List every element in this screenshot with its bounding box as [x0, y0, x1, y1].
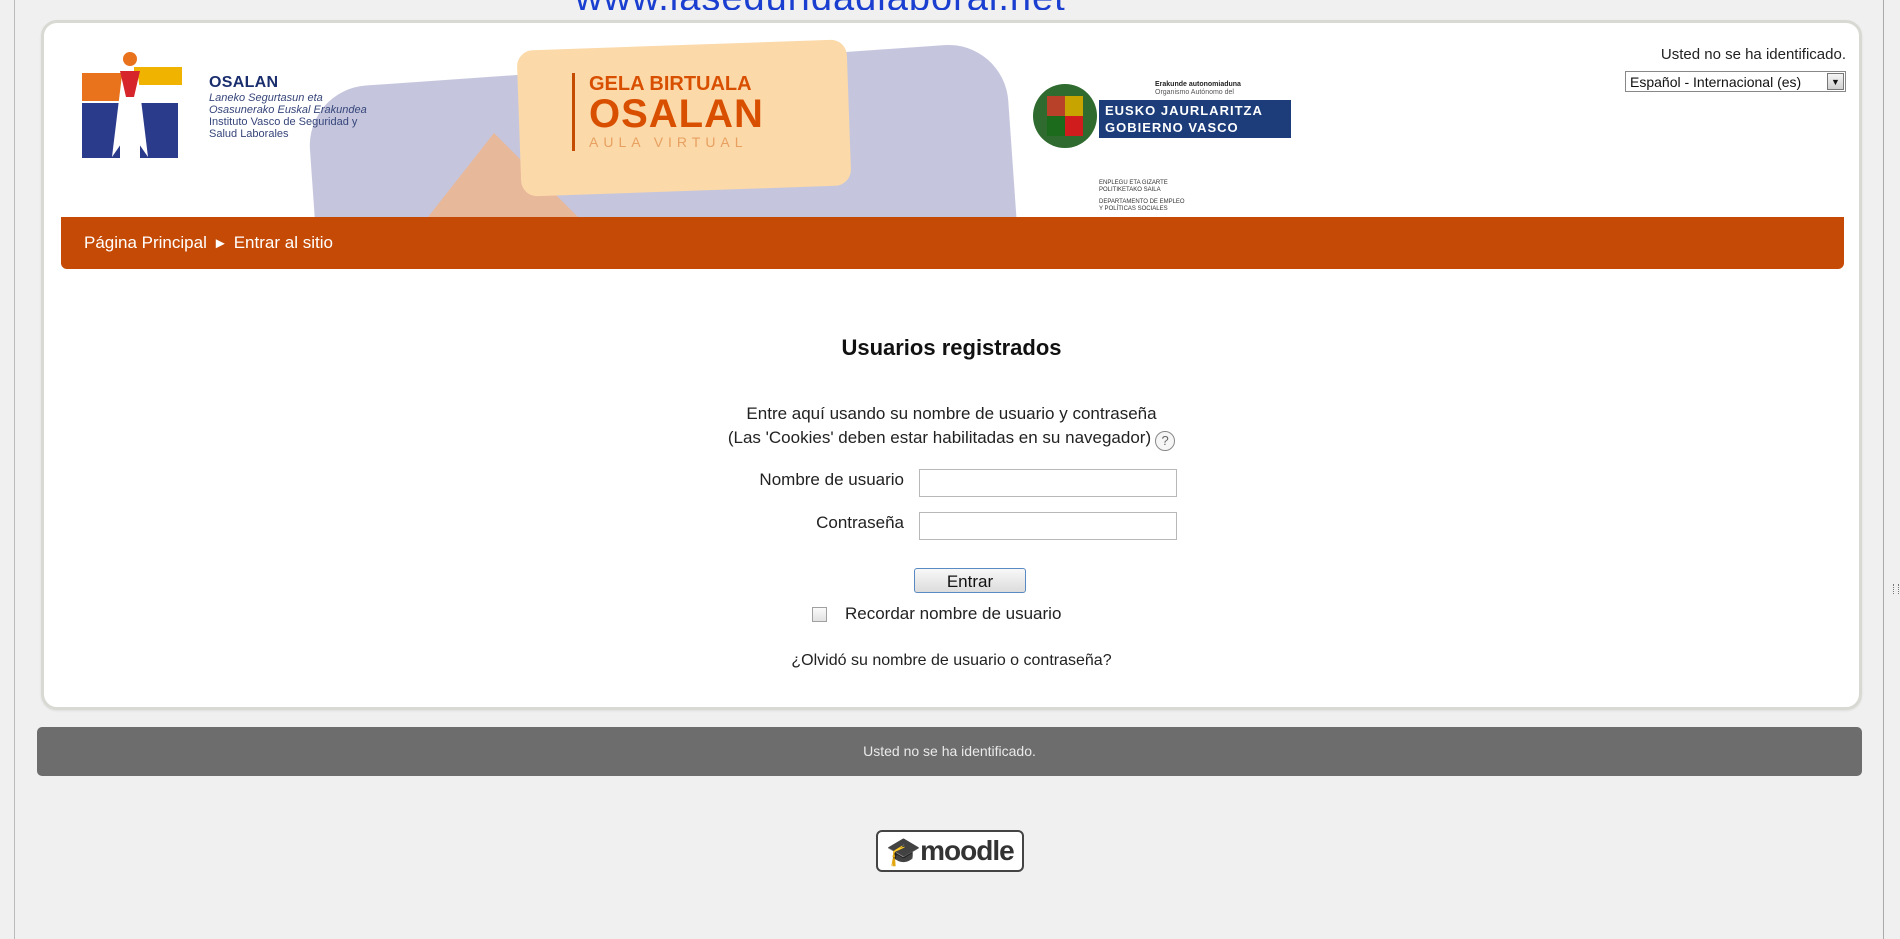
gov-dept-line: POLITIKETAKO SAILA [1099, 187, 1161, 193]
footer-status-bar: Usted no se ha identificado. [37, 727, 1862, 776]
login-description: Entre aquí usando su nombre de usuario y… [44, 402, 1859, 451]
username-row: Nombre de usuario [44, 465, 1859, 499]
gov-department: ENPLEGU ETA GIZARTE POLITIKETAKO SAILA D… [1099, 180, 1299, 213]
password-row: Contraseña [44, 508, 1859, 542]
username-input[interactable] [919, 469, 1177, 497]
login-status-text: Usted no se ha identificado. [1660, 46, 1846, 63]
language-select[interactable]: Español - Internacional (es) ▼ [1625, 71, 1846, 92]
resize-grip-icon[interactable] [1893, 584, 1899, 594]
remember-username-label[interactable]: Recordar nombre de usuario [845, 604, 1061, 624]
login-heading: Usuarios registrados [841, 335, 1062, 360]
login-description-line: Entre aquí usando su nombre de usuario y… [746, 404, 1157, 423]
gov-small-text: Erakunde autonomiaduna [1155, 81, 1241, 88]
main-card: OSALAN Laneko Segurtasun eta Osasunerako… [41, 20, 1862, 710]
moodle-cap-icon: 🎓 [886, 835, 921, 867]
forgot-password-link[interactable]: ¿Olvidó su nombre de usuario o contraseñ… [44, 652, 1859, 670]
login-description-line: (Las 'Cookies' deben estar habilitadas e… [44, 426, 1859, 451]
chevron-down-icon[interactable]: ▼ [1827, 73, 1844, 90]
help-icon[interactable]: ? [1155, 431, 1176, 451]
osalan-logo-icon [82, 52, 182, 158]
osalan-subtitle: Laneko Segurtasun eta [209, 92, 323, 104]
gov-dept-line: ENPLEGU ETA GIZARTE [1099, 180, 1168, 186]
gov-banner: EUSKO JAURLARITZA GOBIERNO VASCO [1099, 100, 1291, 138]
gov-banner-line: EUSKO JAURLARITZA [1105, 103, 1263, 118]
password-label: Contraseña [816, 513, 904, 532]
gov-dept-line: DEPARTAMENTO DE EMPLEO [1099, 199, 1185, 205]
osalan-wordmark: OSALAN [589, 92, 764, 136]
page-right-border [1883, 0, 1884, 939]
breadcrumb-home-link[interactable]: Página Principal [84, 233, 207, 253]
login-form: Usuarios registrados Entre aquí usando s… [44, 269, 1859, 707]
password-input[interactable] [919, 512, 1177, 540]
breadcrumb-current: Entrar al sitio [233, 233, 333, 252]
username-label: Nombre de usuario [759, 470, 904, 489]
aula-virtual-text: AULA VIRTUAL [589, 134, 748, 150]
coat-of-arms-icon [1033, 84, 1097, 148]
osalan-subtitle: Osasunerako Euskal Erakundea [209, 104, 367, 116]
page-left-border [14, 0, 15, 939]
language-select-value: Español - Internacional (es) [1630, 73, 1802, 90]
osalan-brand: OSALAN Laneko Segurtasun eta Osasunerako… [209, 74, 367, 140]
gov-small-text: Organismo Autónomo del [1155, 89, 1234, 96]
site-url-link[interactable]: www.laseguridadlaboral.net [575, 0, 1066, 10]
breadcrumb: Página Principal ► Entrar al sitio [61, 217, 1844, 269]
remember-username-checkbox[interactable] [812, 606, 827, 622]
aula-virtual-logo: GELA BIRTUALA OSALAN AULA VIRTUAL [572, 73, 764, 151]
osalan-subtitle: Instituto Vasco de Seguridad y [209, 116, 358, 128]
breadcrumb-separator-icon: ► [212, 234, 228, 252]
login-submit-button[interactable]: Entrar [914, 568, 1026, 593]
moodle-logo-text: moodle [920, 835, 1015, 866]
cookies-note: (Las 'Cookies' deben estar habilitadas e… [727, 428, 1152, 447]
gov-banner-line: GOBIERNO VASCO [1105, 120, 1239, 135]
remember-username-row: Recordar nombre de usuario [812, 603, 1061, 625]
osalan-title: OSALAN [209, 74, 279, 91]
gov-dept-line: Y POLÍTICAS SOCIALES [1099, 206, 1168, 212]
moodle-logo[interactable]: 🎓 moodle [876, 830, 1024, 872]
osalan-subtitle: Salud Laborales [209, 128, 289, 140]
page-header: OSALAN Laneko Segurtasun eta Osasunerako… [44, 23, 1859, 217]
